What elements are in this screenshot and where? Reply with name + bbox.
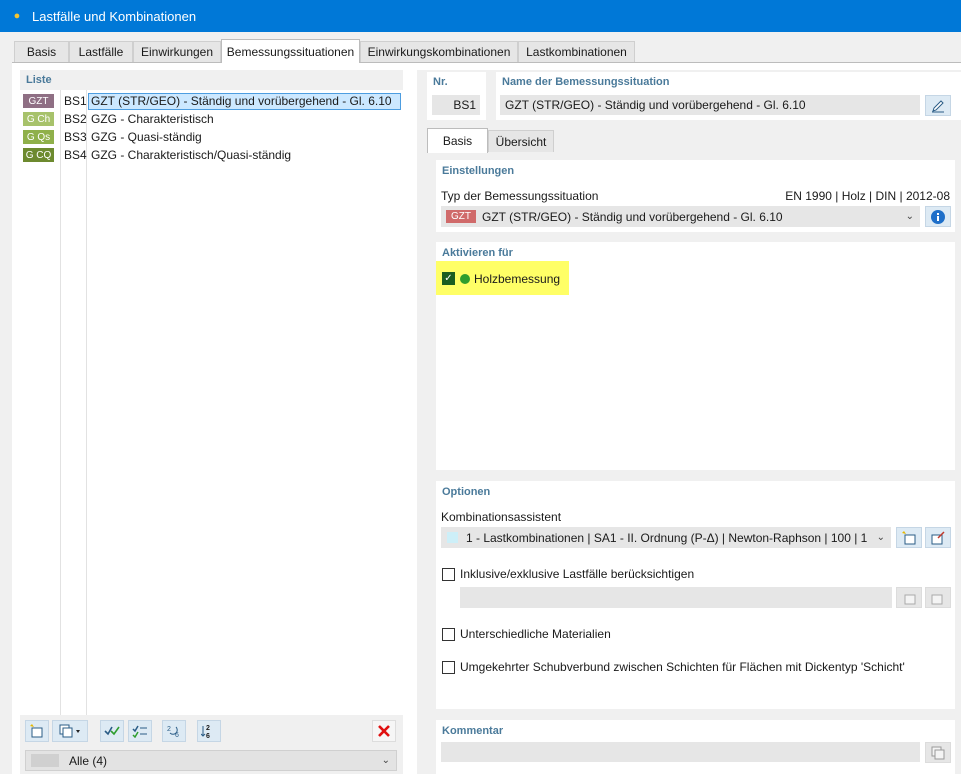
- inclusive-exclusive-select: [460, 587, 892, 608]
- check-all-icon[interactable]: [100, 720, 124, 742]
- tab-lastfaelle[interactable]: Lastfälle: [69, 41, 133, 62]
- subtab-uebersicht[interactable]: Übersicht: [488, 130, 554, 152]
- sort-icon[interactable]: 26: [197, 720, 221, 742]
- list-item-text: GZG - Charakteristisch: [91, 112, 214, 126]
- name-box: Name der Bemessungssituation GZT (STR/GE…: [496, 72, 961, 120]
- main-tabbar: Basis Lastfälle Einwirkungen Bemessungss…: [0, 32, 961, 63]
- chevron-down-icon: ⌄: [381, 755, 390, 766]
- list-item[interactable]: G Ch BS2 GZG - Charakteristisch: [20, 110, 403, 128]
- gzt-badge: GZT: [23, 94, 54, 108]
- assistant-select[interactable]: 1 - Lastkombinationen | SA1 - II. Ordnun…: [441, 527, 891, 548]
- list-item-text: GZT (STR/GEO) - Ständig und vorübergehen…: [88, 92, 401, 110]
- app-icon: ●: [13, 10, 21, 22]
- filter-swatch: [31, 754, 59, 767]
- settings-title: Einstellungen: [442, 165, 515, 177]
- type-select[interactable]: GZT GZT (STR/GEO) - Ständig und vorüberg…: [441, 206, 920, 227]
- nr-field[interactable]: BS1: [432, 95, 480, 115]
- list-item-code: BS2: [64, 112, 87, 126]
- tab-einwirkungskombinationen[interactable]: Einwirkungskombinationen: [360, 41, 518, 62]
- standard-label: EN 1990 | Holz | DIN | 2012-08: [785, 189, 950, 203]
- gqs-badge: G Qs: [23, 130, 54, 144]
- list-toolbar: 26 26: [20, 718, 403, 744]
- list-item-text: GZG - Quasi-ständig: [91, 130, 202, 144]
- new-disabled-icon: [896, 587, 922, 608]
- status-dot-icon: [460, 274, 470, 284]
- inclusive-exclusive-checkbox[interactable]: [442, 568, 455, 581]
- reverse-shear-label: Umgekehrter Schubverbund zwischen Schich…: [460, 660, 905, 674]
- list-item-code: BS3: [64, 130, 87, 144]
- title-bar: ● Lastfälle und Kombinationen: [0, 0, 961, 32]
- list-item[interactable]: GZT BS1 GZT (STR/GEO) - Ständig und vorü…: [20, 92, 403, 110]
- detail-panel: Nr. BS1 Name der Bemessungssituation GZT…: [417, 70, 961, 774]
- new-item-icon[interactable]: [25, 720, 49, 742]
- window-title: Lastfälle und Kombinationen: [32, 8, 197, 24]
- type-value: GZT (STR/GEO) - Ständig und vorübergehen…: [482, 209, 783, 224]
- inclusive-exclusive-label: Inklusive/exklusive Lastfälle berücksich…: [460, 567, 695, 581]
- copy-dropdown-icon[interactable]: [52, 720, 88, 742]
- comment-title: Kommentar: [442, 725, 504, 737]
- gzt-badge: GZT: [446, 210, 476, 223]
- toggle-check-icon[interactable]: [128, 720, 152, 742]
- holzbemessung-label: Holzbemessung: [474, 272, 561, 286]
- new-assistant-icon[interactable]: [896, 527, 922, 548]
- design-situation-list[interactable]: GZT BS1 GZT (STR/GEO) - Ständig und vorü…: [20, 90, 403, 715]
- activate-title: Aktivieren für: [442, 247, 513, 259]
- options-section: Optionen Kombinationsassistent 1 - Lastk…: [436, 481, 955, 709]
- delete-icon[interactable]: [372, 720, 396, 742]
- filter-value: Alle (4): [69, 753, 108, 768]
- svg-text:2: 2: [206, 725, 210, 732]
- tab-einwirkungen[interactable]: Einwirkungen: [133, 41, 221, 62]
- svg-text:2: 2: [167, 726, 171, 733]
- reverse-shear-checkbox[interactable]: [442, 661, 455, 674]
- gcq-badge: G CQ: [23, 148, 54, 162]
- assistant-swatch: [447, 532, 458, 543]
- list-item-code: BS1: [64, 94, 87, 108]
- svg-text:6: 6: [206, 733, 210, 739]
- list-item[interactable]: G CQ BS4 GZG - Charakteristisch/Quasi-st…: [20, 146, 403, 164]
- edit-name-icon[interactable]: [925, 95, 951, 116]
- panel-splitter[interactable]: [403, 70, 417, 774]
- tab-lastkombinationen[interactable]: Lastkombinationen: [518, 41, 635, 62]
- list-item-text: GZG - Charakteristisch/Quasi-ständig: [91, 148, 292, 162]
- gch-badge: G Ch: [23, 112, 54, 126]
- list-title: Liste: [26, 74, 52, 86]
- name-label: Name der Bemessungssituation: [502, 76, 670, 88]
- nr-box: Nr. BS1: [427, 72, 486, 120]
- list-panel: Liste GZT BS1 GZT (STR/GEO) - Ständig un…: [20, 70, 403, 774]
- comment-copy-icon[interactable]: [925, 742, 951, 763]
- different-materials-checkbox[interactable]: [442, 628, 455, 641]
- name-field[interactable]: GZT (STR/GEO) - Ständig und vorübergehen…: [500, 95, 920, 115]
- assistant-label: Kombinationsassistent: [441, 510, 562, 524]
- comment-section: Kommentar: [436, 720, 955, 774]
- nr-label: Nr.: [433, 76, 448, 88]
- chevron-down-icon: ⌄: [876, 532, 885, 543]
- comment-field[interactable]: [441, 742, 920, 762]
- assistant-value: 1 - Lastkombinationen | SA1 - II. Ordnun…: [466, 530, 868, 545]
- subtab-basis[interactable]: Basis: [427, 128, 488, 153]
- tab-bemessungssituationen[interactable]: Bemessungssituationen: [221, 39, 360, 63]
- type-label: Typ der Bemessungssituation: [441, 189, 599, 203]
- edit-assistant-icon[interactable]: [925, 527, 951, 548]
- options-title: Optionen: [442, 486, 491, 498]
- chevron-down-icon: ⌄: [905, 211, 914, 222]
- settings-section: Einstellungen Typ der Bemessungssituatio…: [436, 160, 955, 232]
- filter-select[interactable]: Alle (4) ⌄: [25, 750, 397, 771]
- edit-disabled-icon: [925, 587, 951, 608]
- info-icon[interactable]: [925, 206, 951, 227]
- activate-section: Aktivieren für ✓ Holzbemessung: [436, 242, 955, 470]
- different-materials-label: Unterschiedliche Materialien: [460, 627, 611, 641]
- holzbemessung-checkbox[interactable]: ✓: [442, 272, 455, 285]
- list-item-code: BS4: [64, 148, 87, 162]
- tab-basis[interactable]: Basis: [14, 41, 69, 62]
- renumber-icon[interactable]: 26: [162, 720, 186, 742]
- list-item[interactable]: G Qs BS3 GZG - Quasi-ständig: [20, 128, 403, 146]
